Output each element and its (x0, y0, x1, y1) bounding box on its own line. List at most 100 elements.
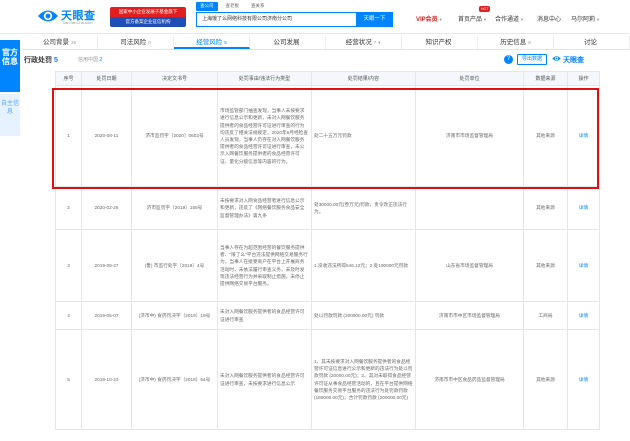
cell-authority: 济南市市场监督管理局 (415, 85, 524, 187)
tab-count: 26 (70, 40, 76, 45)
cell-source: 工商局 (523, 301, 568, 330)
tab-discussion[interactable]: 讨论 (554, 36, 630, 49)
table-row: 1 2020-08-11 济市监罚字〔2020〕0602号 市场监管部门抽查发现… (55, 85, 600, 187)
detail-link[interactable]: 详情 (579, 313, 588, 318)
search-mode-tabs: 查公司 查老板 查关系 (196, 2, 269, 11)
nav-messages[interactable]: 消息中心 (537, 14, 561, 23)
chevron-down-icon: ▼ (596, 17, 600, 22)
cell-doc: 济市监罚字〔2019〕155号 (131, 186, 218, 230)
cell-source: 其他来源 (523, 229, 568, 302)
nav-user[interactable]: 马尔阿莉▼ (571, 14, 600, 23)
cell-date: 2020-02-26 (81, 186, 132, 230)
cell-reason: 当事人存在为超范围经营的餐饮服务提供者、"限了么"平台违法提供网络交易服务行为，… (217, 229, 312, 302)
cell-action: 详情 (567, 186, 600, 230)
cell-no: 3 (55, 229, 82, 302)
chevron-down-icon: ▼ (438, 17, 443, 22)
cell-source: 其他来源 (523, 329, 568, 430)
search-input[interactable]: 上海饿了么网络科技有限公司济南分公司 (196, 12, 356, 27)
cell-date: 2019-05-07 (81, 301, 132, 330)
cell-reason: 未对入网餐饮服务提供者的食品经营许可证进行审查，未按要求进行信息公示 (217, 329, 312, 430)
chevron-down-icon: ▼ (520, 17, 524, 22)
cell-authority (415, 186, 524, 230)
sidebar-self-info[interactable]: 自主信息 (0, 94, 20, 136)
cell-no: 5 (55, 329, 82, 430)
table-header-row: 序号 处罚日期 决定文书号 处罚事由/违法行为类型 处罚结果/内容 处罚单位 数… (55, 71, 600, 86)
tab-background[interactable]: 公司背景 26 (22, 36, 98, 49)
cell-reason: 未按要求对入网食品经营者进行信息公示和更新，违反了《网络餐饮服务食品安全监督管理… (217, 186, 312, 230)
detail-link[interactable]: 详情 (579, 133, 588, 138)
logo-eye-icon (38, 10, 58, 22)
hot-badge: HOT (479, 6, 491, 12)
tab-business-status[interactable]: 经营状况 7▼ (326, 36, 402, 49)
cell-action: 详情 (567, 229, 600, 302)
cell-doc: (济市中) 食药罚决字〔2019〕19号 (131, 301, 218, 330)
sidebar-official-info[interactable]: 官方信息 (0, 40, 20, 92)
detail-link[interactable]: 详情 (579, 377, 588, 382)
cell-result: 1.没收违法所得646.12元；2.处190000元罚款 (311, 229, 416, 302)
cell-date: 2018-10-23 (81, 329, 132, 430)
tab-development[interactable]: 公司发展 (250, 36, 326, 49)
cell-result: 处二十五万元罚款 (311, 85, 416, 187)
cell-doc: (济市中) 食药罚决字〔2018〕64号 (131, 329, 218, 430)
detail-link[interactable]: 详情 (579, 205, 588, 210)
credit-china-count: 2 (99, 57, 103, 63)
tab-history[interactable]: 历史信息 8 (478, 36, 554, 49)
info-type-sidebar: 官方信息 自主信息 (0, 40, 20, 136)
cell-date: 2019-09-27 (81, 229, 132, 302)
cell-reason: 市场监管部门抽查发现，当事人未按要求进行信息公示和更新，未对入网餐饮服务提供者的… (217, 85, 312, 187)
tab-label: 司法风险 (120, 39, 147, 46)
tab-intellectual-property[interactable]: 知识产权 (402, 36, 478, 49)
col-header-result: 处罚结果/内容 (311, 71, 416, 86)
credit-china-label: 信用中国 (78, 57, 99, 63)
chevron-down-icon: ▼ (483, 17, 487, 22)
cell-source: 其他来源 (523, 186, 568, 230)
section-title-count: 5 (53, 57, 58, 64)
tab-count: 5 (224, 40, 227, 45)
cell-date: 2020-08-11 (81, 85, 132, 187)
admin-penalty-table: 序号 处罚日期 决定文书号 处罚事由/违法行为类型 处罚结果/内容 处罚单位 数… (55, 71, 600, 430)
cell-result: 处30000.00元(叁万元)罚款，责令改正违法行为。 (311, 186, 416, 230)
table-row: 4 2019-05-07 (济市中) 食药罚决字〔2019〕19号 未对入网餐饮… (55, 301, 600, 330)
site-logo[interactable]: 天眼查 TianYanCha.com (37, 6, 103, 28)
cell-action: 详情 (567, 329, 600, 430)
cell-action: 详情 (567, 301, 600, 330)
tab-count: 7 (373, 40, 377, 45)
section-title: 行政处罚 5 (24, 55, 58, 65)
promo-line-1: 国家中小企业发展子基金旗下 (110, 7, 186, 17)
col-header-source: 数据来源 (523, 71, 568, 86)
cell-source: 其他来源 (523, 85, 568, 187)
tab-label: 经营状况 (345, 39, 372, 46)
cell-authority: 济南市市中区食品药品监督管理局 (415, 329, 524, 430)
tab-count: 0 (148, 40, 151, 45)
section-tabs: 公司背景 26 司法风险 0 经营风险 5 公司发展 经营状况 7▼ 知识产权 历史信息… (22, 36, 630, 50)
help-icon[interactable]: ? (504, 55, 513, 64)
brand-text: 天眼查 (562, 57, 584, 64)
cell-doc: (鲁) 市监行处字〔2019〕4号 (131, 229, 218, 302)
export-data-button[interactable]: 导出数据 (517, 54, 548, 65)
table-row: 5 2018-10-23 (济市中) 食药罚决字〔2018〕64号 未对入网餐饮… (55, 329, 600, 430)
chevron-down-icon: ▼ (377, 40, 382, 45)
table-row: 2 2020-02-26 济市监罚字〔2019〕155号 未按要求对入网食品经营… (55, 186, 600, 230)
col-header-reason: 处罚事由/违法行为类型 (217, 71, 312, 86)
search-tab-company[interactable]: 查公司 (196, 2, 218, 11)
search-tab-boss[interactable]: 查老板 (222, 2, 244, 11)
nav-vip-label: VIP会员 (416, 17, 438, 23)
tab-operational-risk[interactable]: 经营风险 5 (174, 36, 250, 49)
credit-china-tag[interactable]: 信用中国 2 (78, 56, 102, 63)
tab-judicial-risk[interactable]: 司法风险 0 (98, 36, 174, 49)
col-header-authority: 处罚单位 (415, 71, 524, 86)
cell-result: 1、其未按要求对入网餐饮服务提供者的食品经营许可证信息进行公示和更新的违法行为处… (311, 329, 416, 430)
tab-label: 经营风险 (196, 39, 223, 46)
detail-link[interactable]: 详情 (579, 263, 588, 268)
tab-label: 公司发展 (273, 39, 300, 46)
nav-vip[interactable]: VIP会员▼ (416, 14, 443, 23)
col-header-date: 处罚日期 (81, 71, 132, 86)
nav-products[interactable]: 首页产品▼ (458, 14, 487, 23)
cell-doc: 济市监罚字〔2020〕0602号 (131, 85, 218, 187)
search-tab-relation[interactable]: 查关系 (247, 2, 269, 11)
cell-result: 处以罚款罚款 (200000.00元) 罚款 (311, 301, 416, 330)
search-button[interactable]: 天眼一下 (356, 12, 393, 27)
nav-user-label: 马尔阿莉 (571, 17, 596, 23)
section-title-text: 行政处罚 (24, 57, 52, 64)
nav-cooperation[interactable]: 合作通道▼ (495, 14, 524, 23)
